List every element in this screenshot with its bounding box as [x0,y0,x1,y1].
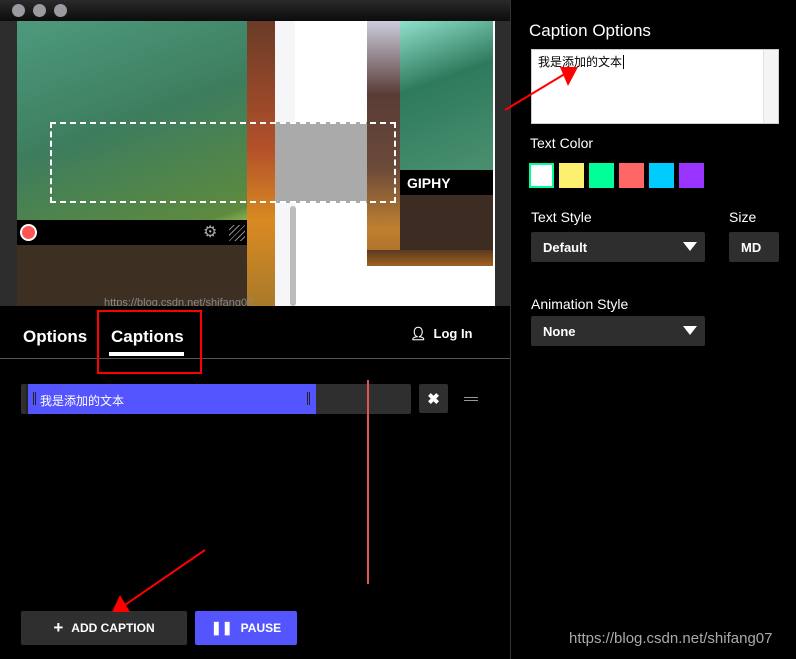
annotation-arrow-textbox [504,71,569,111]
annotation-arrow-add [121,549,206,608]
annotation-arrowhead [560,67,578,86]
annotation-box [97,310,202,374]
annotation-overlay [97,67,578,612]
